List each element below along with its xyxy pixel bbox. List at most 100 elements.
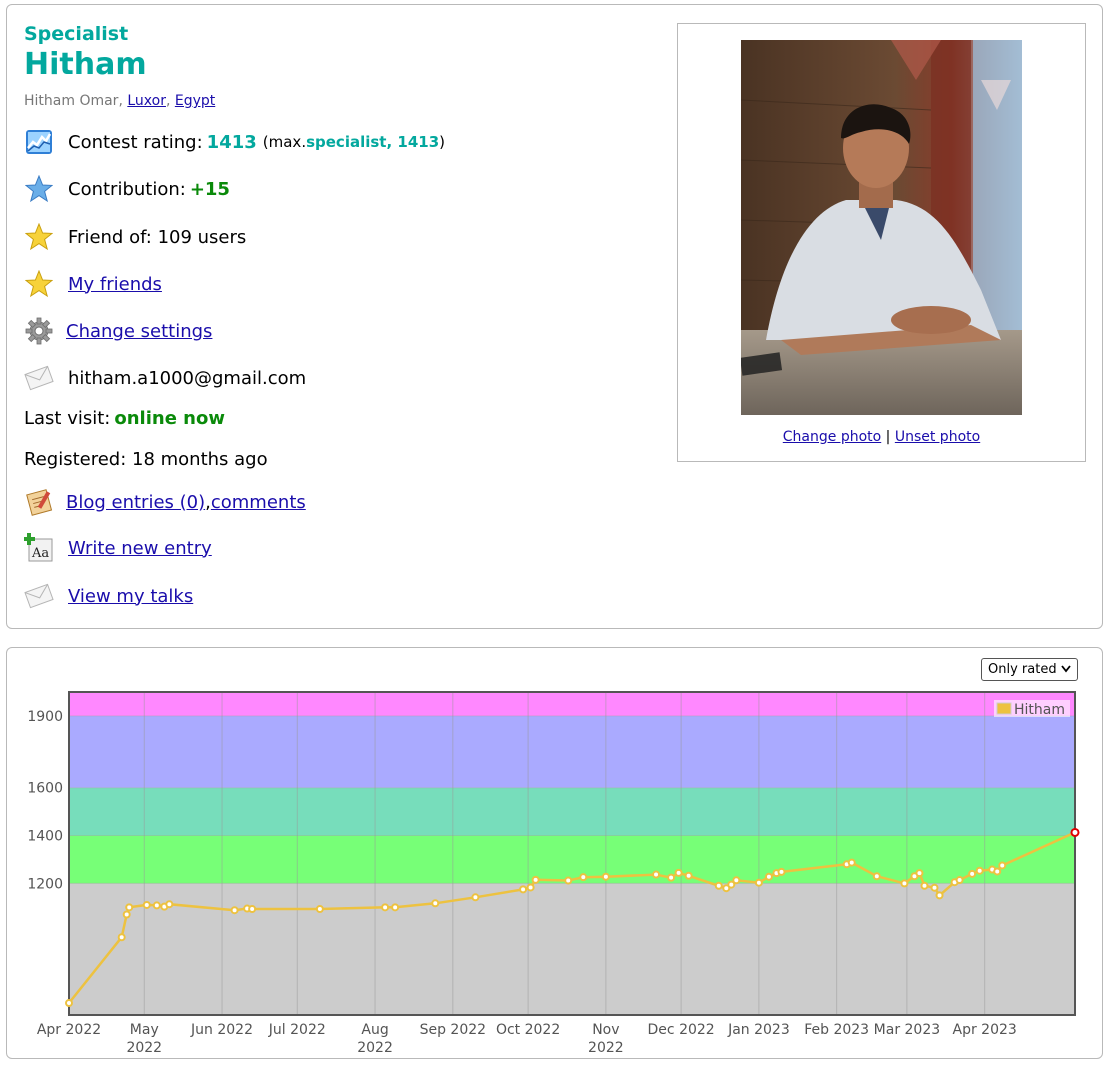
last-visit-value: online now [114,408,225,429]
rating-point [601,872,610,881]
rating-point [968,869,977,878]
y-tick-label: 1900 [27,709,63,725]
x-tick-label: Apr 2023 [953,1022,1017,1038]
envelope-icon [24,581,54,611]
blue-star-icon [24,174,54,204]
write-entry-link[interactable]: Write new entry [68,538,212,559]
profile-info-panel: Specialist Hitham Hitham Omar, Luxor, Eg… [6,4,1103,629]
comments-link[interactable]: comments [211,492,306,513]
write-entry-row: Aa Write new entry [24,533,212,563]
location-comma: , [165,93,175,109]
rating-band [69,787,1075,836]
rating-point [935,891,944,900]
city-link[interactable]: Luxor [127,93,166,109]
blog-entries-link[interactable]: Blog entries (0) [66,492,205,513]
registered-text: Registered: 18 months ago [24,449,268,470]
blog-row: Blog entries (0), comments [24,487,306,517]
last-visit-label: Last visit: [24,408,111,429]
rating-point [381,903,390,912]
rating-point [526,883,535,892]
contribution-value: +15 [189,178,230,200]
talks-row: View my talks [24,581,193,611]
contest-rating-value: 1413 [206,131,257,153]
x-tick-sublabel: 2022 [357,1040,393,1056]
photo-actions: Change photo | Unset photo [678,429,1085,445]
rating-point [667,873,676,882]
user-location: Hitham Omar, Luxor, Egypt [24,93,215,109]
max-rating-value: specialist, 1413 [306,133,440,151]
avatar-frame: Change photo | Unset photo [677,23,1086,462]
rating-point [732,876,741,885]
max-rating-open: (max. [262,133,307,151]
y-tick-label: 1200 [27,876,63,892]
rating-point [900,879,909,888]
rating-band [69,715,1075,788]
rating-point [248,905,257,914]
x-tick-label: Mar 2023 [874,1022,941,1038]
rating-point [915,869,924,878]
rating-point [579,873,588,882]
rating-band [69,883,1075,1015]
x-tick-label: Dec 2022 [648,1022,715,1038]
rating-point [998,861,1007,870]
x-tick-label: Jun 2022 [190,1022,253,1038]
rating-point [955,876,964,885]
rating-point [531,875,540,884]
unset-photo-link[interactable]: Unset photo [895,429,980,445]
gold-star-icon [24,269,54,299]
rating-band [69,692,1075,716]
contribution-label: Contribution: [68,178,186,200]
legend-swatch [996,702,1012,715]
rating-point [754,878,763,887]
rating-point [125,903,134,912]
user-handle: Hitham [24,47,147,82]
rating-point [975,866,984,875]
rating-graph-panel: Only rated 1200 1400 1600 1900 Apr 2022 May 20… [6,647,1103,1059]
x-tick-sublabel: 2022 [588,1040,624,1056]
rating-point [117,933,126,942]
rating-point [471,893,480,902]
email-text: hitham.a1000@gmail.com [68,367,307,389]
write-entry-icon: Aa [24,533,54,563]
x-tick-label: Oct 2022 [496,1022,560,1038]
x-tick-label: Apr 2022 [37,1022,101,1038]
my-friends-link[interactable]: My friends [68,274,162,295]
gold-star-icon [24,222,54,252]
rating-point [920,881,929,890]
change-settings-link[interactable]: Change settings [66,321,212,342]
rating-point [684,871,693,880]
registered-row: Registered: 18 months ago [24,449,268,470]
change-photo-link[interactable]: Change photo [783,429,881,445]
x-tick-label: Aug [361,1022,388,1038]
y-tick-label: 1400 [27,829,63,845]
envelope-icon [24,363,54,393]
rating-graph-icon [24,127,54,157]
rating-chart: 1200 1400 1600 1900 Apr 2022 May 2022 Jun 2022 J… [27,691,1080,1056]
x-tick-label: Jan 2023 [727,1022,790,1038]
x-tick-label: Nov [592,1022,619,1038]
rating-point [993,867,1002,876]
contest-rating-label: Contest rating: [68,131,203,153]
photo-separator: | [881,429,895,445]
last-visit-row: Last visit: online now [24,408,225,429]
chart-legend: Hitham [994,700,1070,718]
rating-point [431,899,440,908]
contribution-row: Contribution: +15 [24,174,230,204]
y-tick-label: 1600 [27,781,63,797]
max-rating-close: ) [439,133,445,151]
rating-point [230,906,239,915]
rating-point [714,881,723,890]
svg-text:Aa: Aa [31,546,49,561]
rating-point [777,867,786,876]
friend-of-row: Friend of: 109 users [24,222,246,252]
country-link[interactable]: Egypt [175,93,215,109]
view-talks-link[interactable]: View my talks [68,586,193,607]
user-rank: Specialist [24,23,129,45]
rating-point [764,872,773,881]
rating-point [165,900,174,909]
rating-point [65,999,73,1008]
rating-point [564,876,573,885]
rating-point [142,900,151,909]
friend-of-text: Friend of: 109 users [68,226,247,248]
rating-point [391,903,400,912]
